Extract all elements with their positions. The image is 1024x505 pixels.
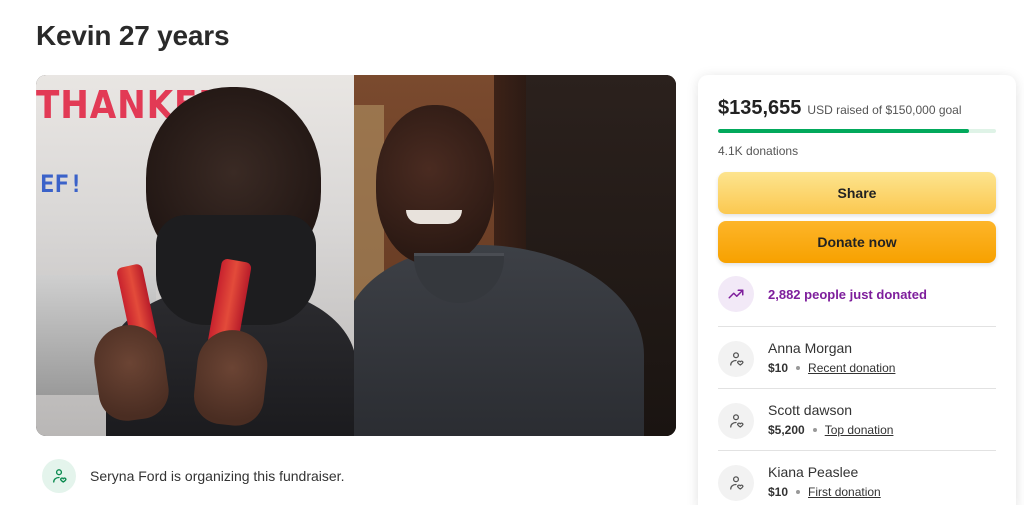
divider (718, 450, 996, 451)
recent-donation-link[interactable]: Recent donation (808, 361, 895, 375)
donation-count: 4.1K donations (718, 144, 799, 158)
photo-right (354, 75, 676, 436)
first-donation-link[interactable]: First donation (808, 485, 881, 499)
trend-text: 2,882 people just donated (768, 286, 927, 302)
fundraiser-cover-image: THANKFUL EF! (36, 75, 676, 436)
trending-up-icon (718, 276, 754, 312)
divider (718, 388, 996, 389)
heart-hand-icon (42, 459, 76, 493)
raised-summary: $135,655 USD raised of $150,000 goal (718, 97, 962, 120)
donation-card: $135,655 USD raised of $150,000 goal 4.1… (698, 75, 1016, 505)
share-button[interactable]: Share (718, 172, 996, 214)
divider (718, 326, 996, 327)
donor-item: Scott dawson $5,200 Top donation (718, 401, 893, 439)
raised-amount: $135,655 (718, 97, 802, 119)
side-sign-text: EF! (40, 170, 84, 198)
donor-amount: $10 (768, 485, 789, 499)
donor-name: Anna Morgan (768, 340, 853, 356)
donate-now-button[interactable]: Donate now (718, 221, 996, 263)
progress-bar (718, 129, 996, 133)
heart-hand-icon (718, 403, 754, 439)
photo-left: THANKFUL EF! (36, 75, 354, 436)
donor-name: Kiana Peaslee (768, 464, 859, 480)
trend-row: 2,882 people just donated (718, 276, 927, 312)
top-donation-link[interactable]: Top donation (825, 423, 894, 437)
donor-amount: $5,200 (768, 423, 805, 437)
raised-goal: USD raised of $150,000 goal (807, 103, 962, 117)
donor-item: Kiana Peaslee $10 First donation (718, 463, 881, 501)
organizer-row: Seryna Ford is organizing this fundraise… (42, 459, 344, 493)
heart-hand-icon (718, 465, 754, 501)
page-title: Kevin 27 years (36, 20, 230, 51)
organizer-text: Seryna Ford is organizing this fundraise… (90, 468, 345, 484)
heart-hand-icon (718, 341, 754, 377)
donor-name: Scott dawson (768, 402, 853, 418)
progress-fill (718, 129, 970, 133)
donor-item: Anna Morgan $10 Recent donation (718, 339, 895, 377)
donor-amount: $10 (768, 361, 789, 375)
